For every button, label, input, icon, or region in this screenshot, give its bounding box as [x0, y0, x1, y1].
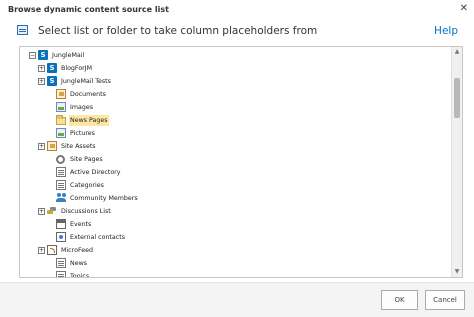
- tree-item[interactable]: Documents: [20, 89, 440, 101]
- tree-item-label[interactable]: News: [69, 258, 88, 269]
- tree-item[interactable]: Community Members: [20, 193, 440, 205]
- discussion-icon: [47, 206, 58, 216]
- tree-item-label[interactable]: Community Members: [69, 193, 139, 204]
- tree-item-label[interactable]: Images: [69, 102, 94, 113]
- list-icon: [56, 167, 66, 177]
- tree-item[interactable]: + Discussions List: [20, 206, 440, 218]
- list-icon: [56, 258, 66, 268]
- sharepoint-site-icon: S: [38, 50, 48, 60]
- document-library-icon: [47, 141, 57, 151]
- tree-item[interactable]: External contacts: [20, 232, 440, 244]
- close-icon[interactable]: ✕: [460, 3, 468, 15]
- tree-item-label[interactable]: JungleMail: [51, 50, 85, 61]
- help-link[interactable]: Help: [434, 25, 458, 37]
- expand-icon[interactable]: +: [38, 143, 45, 150]
- tree-item-label[interactable]: Site Pages: [69, 154, 104, 165]
- feed-icon: [47, 245, 57, 255]
- tree-item-label[interactable]: Pictures: [69, 128, 96, 139]
- tree-item-label[interactable]: Topics: [69, 271, 90, 277]
- contacts-icon: [56, 232, 66, 242]
- tree-item-label[interactable]: External contacts: [69, 232, 126, 243]
- people-icon: [56, 193, 67, 203]
- tree-item-label[interactable]: Discussions List: [60, 206, 112, 217]
- browse-dialog: Browse dynamic content source list ✕ Sel…: [0, 0, 474, 317]
- tree-item[interactable]: − S JungleMail: [20, 50, 440, 62]
- tree-item[interactable]: Site Pages: [20, 154, 440, 166]
- expand-icon[interactable]: +: [38, 78, 45, 85]
- tree-item[interactable]: Active Directory: [20, 167, 440, 179]
- calendar-icon: [56, 219, 66, 229]
- instruction-text: Select list or folder to take column pla…: [38, 25, 318, 37]
- folder-icon: [56, 115, 66, 125]
- expand-icon[interactable]: +: [38, 247, 45, 254]
- tree-item-label[interactable]: BlogForJM: [60, 63, 93, 74]
- sharepoint-site-icon: S: [47, 63, 57, 73]
- picture-library-icon: [56, 128, 66, 138]
- tree-item-label[interactable]: Active Directory: [69, 167, 122, 178]
- tree-item[interactable]: News Pages: [20, 115, 440, 127]
- tree-item[interactable]: + MicroFeed: [20, 245, 440, 257]
- gear-icon: [56, 155, 65, 164]
- dialog-titlebar: Browse dynamic content source list ✕: [0, 0, 474, 22]
- tree-item-label[interactable]: Documents: [69, 89, 107, 100]
- list-icon: [56, 271, 66, 277]
- tree-item-label[interactable]: News Pages: [69, 115, 109, 126]
- tree-item[interactable]: Topics: [20, 271, 440, 277]
- expand-icon[interactable]: +: [38, 65, 45, 72]
- dialog-title: Browse dynamic content source list: [8, 5, 169, 14]
- tree-item[interactable]: Pictures: [20, 128, 440, 140]
- tree-item[interactable]: Events: [20, 219, 440, 231]
- scroll-up-icon[interactable]: ▲: [452, 47, 462, 57]
- tree-item[interactable]: News: [20, 258, 440, 270]
- collapse-icon[interactable]: −: [29, 52, 36, 59]
- instruction-row: Select list or folder to take column pla…: [0, 22, 474, 42]
- tree-item-label[interactable]: Site Assets: [60, 141, 97, 152]
- list-icon: [56, 180, 66, 190]
- tree-scrollbar[interactable]: ▲ ▼: [451, 47, 462, 277]
- tree-item[interactable]: + S BlogForJM: [20, 63, 440, 75]
- picture-library-icon: [56, 102, 66, 112]
- list-tree[interactable]: Topics News + MicroFeed External contacts Eve…: [19, 46, 463, 278]
- tree-item[interactable]: Images: [20, 102, 440, 114]
- tree-item-label[interactable]: MicroFeed: [60, 245, 94, 256]
- scroll-thumb[interactable]: [454, 78, 460, 118]
- tree-item[interactable]: + S JungleMail Tests: [20, 76, 440, 88]
- list-icon: [17, 25, 28, 35]
- cancel-button[interactable]: Cancel: [425, 290, 465, 310]
- dialog-footer: OK Cancel: [0, 282, 474, 317]
- tree-item[interactable]: Categories: [20, 180, 440, 192]
- sharepoint-site-icon: S: [47, 76, 57, 86]
- expand-icon[interactable]: +: [38, 208, 45, 215]
- tree-item[interactable]: + Site Assets: [20, 141, 440, 153]
- tree-item-label[interactable]: Events: [69, 219, 92, 230]
- tree-item-label[interactable]: Categories: [69, 180, 105, 191]
- scroll-down-icon[interactable]: ▼: [452, 267, 462, 277]
- tree-item-label[interactable]: JungleMail Tests: [60, 76, 112, 87]
- ok-button[interactable]: OK: [381, 290, 418, 310]
- document-library-icon: [56, 89, 66, 99]
